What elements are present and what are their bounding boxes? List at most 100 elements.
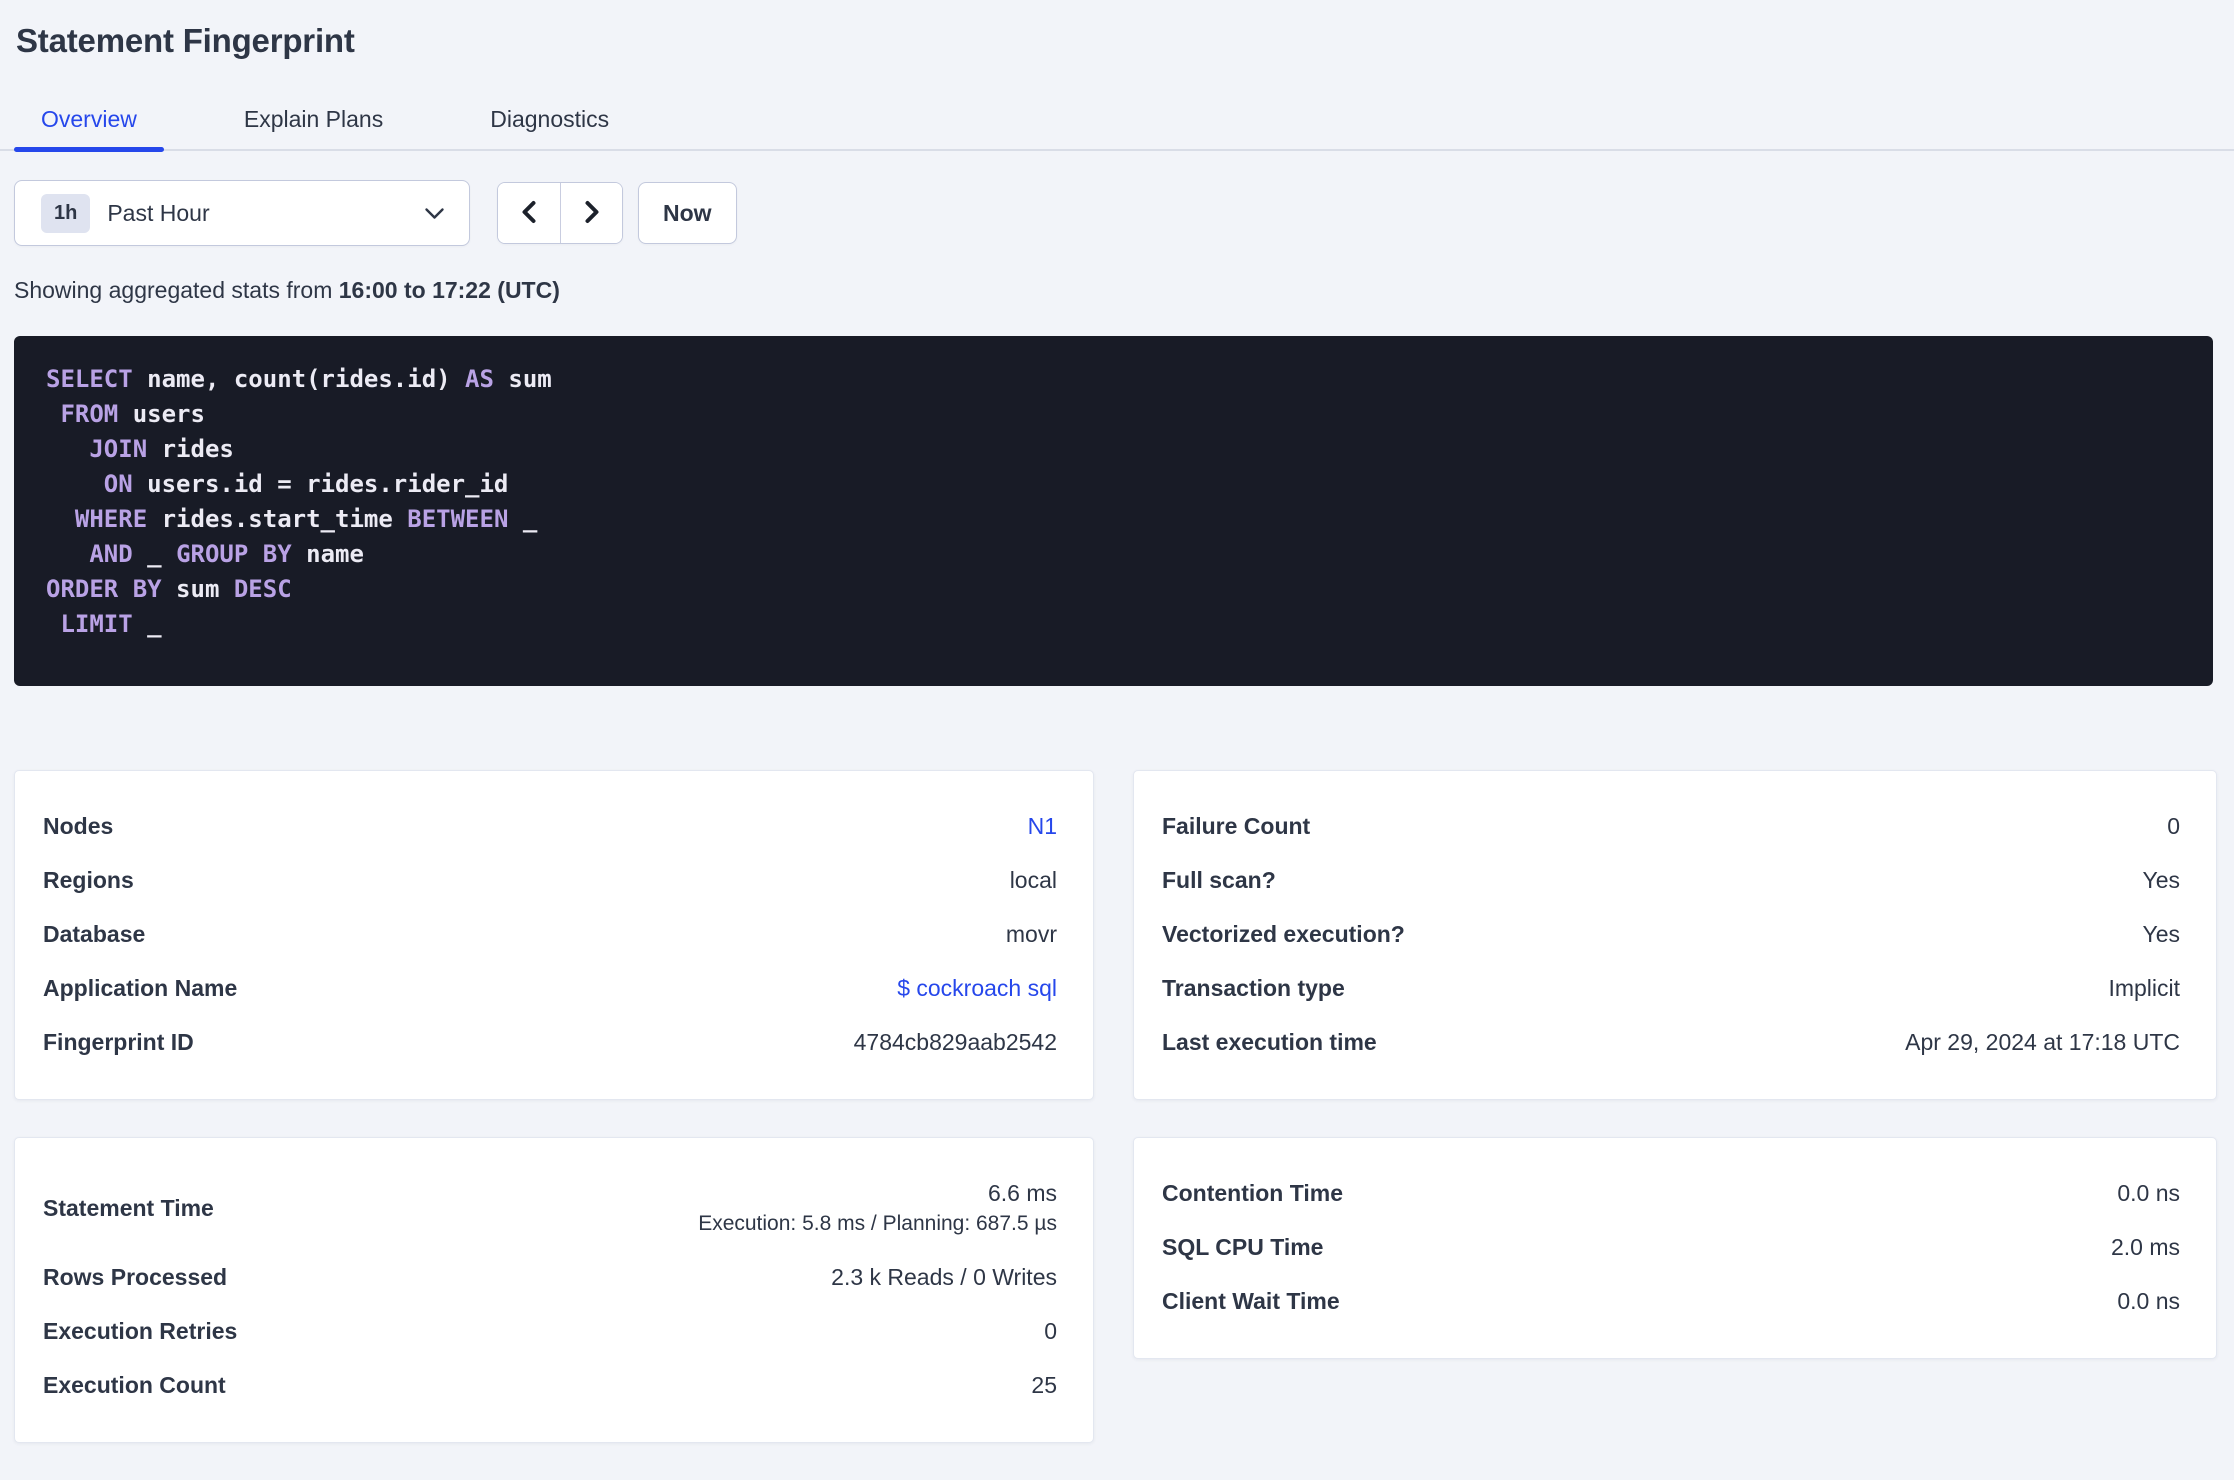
stat-value-group: Yes [2142, 867, 2180, 894]
sql-text: name, count(rides.id) [132, 365, 466, 393]
previous-interval-button[interactable] [498, 183, 560, 243]
stat-row: Statement Time 6.6 ms Execution: 5.8 ms / … [43, 1166, 1057, 1250]
stat-label: Statement Time [43, 1194, 214, 1221]
card-wait-times: Contention Time 0.0 ns SQL CPU Time 2.0 ms C… [1133, 1137, 2217, 1359]
sql-keyword: LIMIT [60, 610, 133, 638]
sql-keyword: AS [465, 365, 494, 393]
sql-statement-box: SELECT name, count(rides.id) AS sum FROM… [14, 336, 2213, 686]
stat-label: Regions [43, 866, 134, 893]
stat-label: Application Name [43, 974, 238, 1001]
stat-value-group: 2.0 ms [2111, 1234, 2180, 1261]
sql-keyword: AND [89, 540, 133, 568]
stat-value-link[interactable]: $ cockroach sql [897, 975, 1057, 1002]
stat-label: Execution Count [43, 1371, 226, 1398]
sql-text: rides [147, 435, 234, 463]
stat-value: Implicit [2108, 974, 2180, 1001]
stat-value: 4784cb829aab2542 [853, 1028, 1057, 1055]
stat-value: 2.3 k Reads / 0 Writes [831, 1263, 1057, 1290]
tab-bar: Overview Explain Plans Diagnostics [0, 96, 2234, 152]
stat-value-group: N1 [1028, 813, 1057, 840]
summary-range: 16:00 to 17:22 (UTC) [338, 277, 560, 303]
stat-value: 0 [1044, 1317, 1057, 1344]
stat-value-group: movr [1006, 921, 1057, 948]
next-interval-button[interactable] [560, 183, 622, 243]
stat-label: Vectorized execution? [1162, 920, 1405, 947]
stat-row: Vectorized execution? Yes [1162, 907, 2180, 961]
stat-row: Rows Processed 2.3 k Reads / 0 Writes [43, 1250, 1057, 1304]
stat-row: Full scan? Yes [1162, 853, 2180, 907]
sql-text: name [291, 540, 364, 568]
stat-row: Contention Time 0.0 ns [1162, 1166, 2180, 1220]
tab-explain-plans[interactable]: Explain Plans [217, 96, 410, 149]
stat-value: 0 [2167, 812, 2180, 839]
stat-label: Full scan? [1162, 866, 1276, 893]
stat-value-group: 0 [1044, 1318, 1057, 1345]
stat-row: Fingerprint ID 4784cb829aab2542 [43, 1015, 1057, 1069]
sql-keyword: ON [103, 470, 133, 498]
stat-value-group: 4784cb829aab2542 [854, 1029, 1057, 1056]
summary-prefix: Showing aggregated stats from [14, 277, 339, 303]
stat-label: Rows Processed [43, 1263, 228, 1290]
sql-keyword: FROM [60, 400, 119, 428]
stat-subline: Execution: 5.8 ms / Planning: 687.5 µs [698, 1212, 1057, 1235]
stat-value-group: 0.0 ns [2117, 1180, 2180, 1207]
stat-label: Nodes [43, 812, 114, 839]
statement-fingerprint-page: Statement Fingerprint Overview Explain P… [0, 22, 2234, 1443]
now-button[interactable]: Now [638, 182, 737, 244]
chevron-down-icon [424, 207, 445, 220]
stat-value: 0.0 ns [2117, 1179, 2180, 1206]
stat-row: SQL CPU Time 2.0 ms [1162, 1220, 2180, 1274]
sql-line: JOIN rides [46, 432, 2183, 467]
tab-overview[interactable]: Overview [14, 96, 164, 152]
stat-label: SQL CPU Time [1162, 1233, 1324, 1260]
stat-label: Transaction type [1162, 974, 1345, 1001]
sql-text: _ [132, 540, 177, 568]
stat-value-group: 0 [2167, 813, 2180, 840]
chevron-right-icon [581, 198, 603, 229]
time-range-select[interactable]: 1h Past Hour [14, 180, 470, 246]
tab-diagnostics[interactable]: Diagnostics [463, 96, 636, 149]
card-execution-attributes: Failure Count 0 Full scan? Yes Vectorized ex… [1133, 770, 2217, 1100]
stat-value: 0.0 ns [2117, 1287, 2180, 1314]
sql-text: _ [508, 505, 538, 533]
sql-line: LIMIT _ [46, 607, 2183, 642]
stat-label: Fingerprint ID [43, 1028, 194, 1055]
sql-line: FROM users [46, 397, 2183, 432]
stat-value: movr [1005, 920, 1057, 947]
stat-value-group: 0.0 ns [2117, 1288, 2180, 1315]
stat-label: Client Wait Time [1162, 1287, 1340, 1314]
time-toolbar: 1h Past Hour Now [14, 180, 2234, 246]
stat-value-link[interactable]: N1 [1028, 813, 1057, 840]
stat-value: local [1009, 866, 1057, 893]
stat-value-group: 25 [1031, 1372, 1057, 1399]
sql-line: WHERE rides.start_time BETWEEN _ [46, 502, 2183, 537]
sql-text: users [118, 400, 205, 428]
stat-row: Execution Count 25 [43, 1358, 1057, 1412]
sql-keyword: ORDER BY [46, 575, 162, 603]
stat-value: Yes [2142, 920, 2180, 947]
time-range-label: Past Hour [107, 199, 210, 226]
aggregated-stats-summary: Showing aggregated stats from 16:00 to 1… [14, 276, 2234, 304]
sql-keyword: SELECT [46, 365, 133, 393]
stat-value-group: Yes [2142, 921, 2180, 948]
stat-value-group: Apr 29, 2024 at 17:18 UTC [1905, 1029, 2180, 1056]
sql-keyword: DESC [233, 575, 292, 603]
sql-keyword: GROUP BY [176, 540, 292, 568]
card-statement-timing: Statement Time 6.6 ms Execution: 5.8 ms / … [14, 1137, 1094, 1443]
stat-value-group: $ cockroach sql [897, 975, 1057, 1002]
stat-label: Failure Count [1162, 812, 1311, 839]
stat-row: Last execution time Apr 29, 2024 at 17:18… [1162, 1015, 2180, 1069]
stat-value: Yes [2142, 866, 2180, 893]
stat-row: Regions local [43, 853, 1057, 907]
stat-value-group: local [1010, 867, 1057, 894]
stat-value: Apr 29, 2024 at 17:18 UTC [1905, 1028, 2180, 1055]
card-statement-details: Nodes N1 Regions local Database movr Applicati… [14, 770, 1094, 1100]
stat-row: Application Name $ cockroach sql [43, 961, 1057, 1015]
stat-value-group: 2.3 k Reads / 0 Writes [831, 1264, 1057, 1291]
stat-row: Transaction type Implicit [1162, 961, 2180, 1015]
sql-line: ORDER BY sum DESC [46, 572, 2183, 607]
